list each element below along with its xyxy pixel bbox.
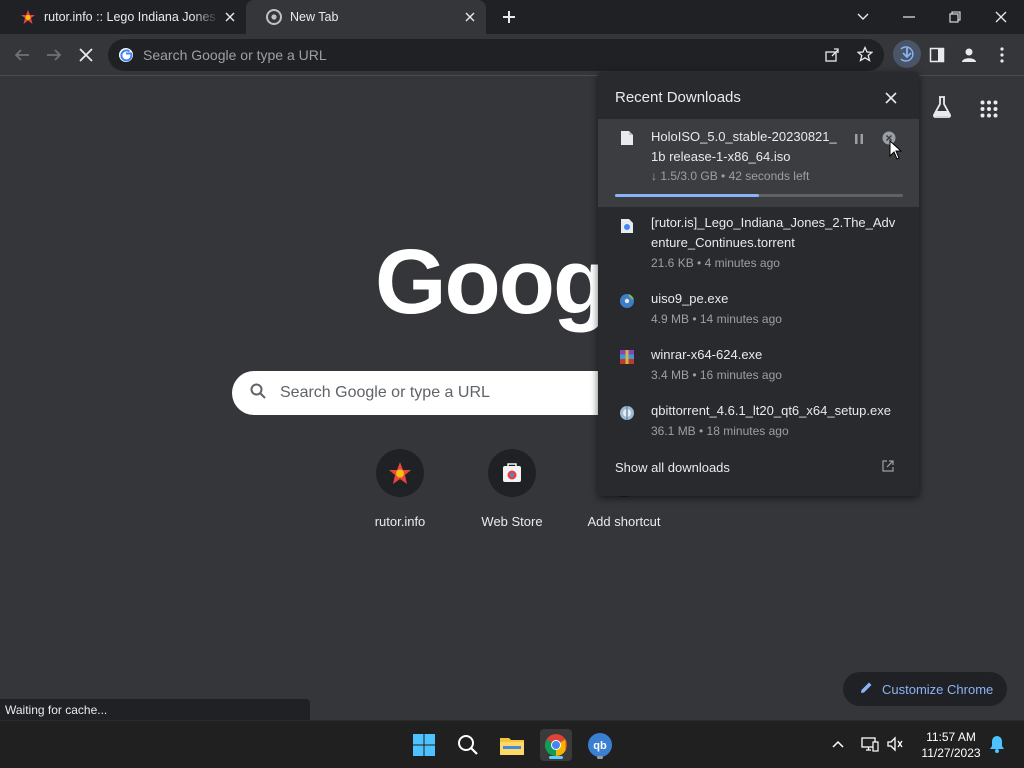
ultraiso-icon [618, 292, 636, 310]
windows-start-icon[interactable] [408, 729, 440, 761]
download-meta: 3.4 MB • 16 minutes ago [651, 368, 782, 382]
installer-icon [618, 404, 636, 422]
winrar-icon [618, 348, 636, 366]
tab-rutor[interactable]: rutor.info :: Lego Indiana Jones 2: The … [0, 0, 246, 34]
clock-date: 11/27/2023 [921, 746, 981, 760]
apps-grid-icon[interactable] [980, 100, 998, 123]
close-icon[interactable] [882, 89, 900, 107]
download-item-qbittorrent[interactable]: qbittorrent_4.6.1_lt20_qt6_x64_setup.exe… [598, 403, 919, 451]
volume-muted-icon[interactable] [884, 733, 906, 755]
downloads-icon[interactable] [893, 40, 921, 68]
download-meta: ↓ 1.5/3.0 GB • 42 seconds left [651, 169, 810, 183]
running-indicator [597, 756, 603, 759]
tab-close-icon[interactable] [462, 9, 478, 25]
downloads-bubble: Recent Downloads HoloISO_5.0_stable-2023… [598, 72, 919, 496]
chrome-icon [266, 9, 282, 25]
download-item-holoiso[interactable]: HoloISO_5.0_stable-20230821_1b release-1… [598, 119, 919, 207]
file-explorer-icon[interactable] [496, 729, 528, 761]
show-all-downloads-link[interactable]: Show all downloads [615, 460, 730, 475]
profile-icon[interactable] [957, 43, 981, 67]
clock-time: 11:57 AM [926, 730, 976, 744]
download-item-uiso[interactable]: uiso9_pe.exe 4.9 MB • 14 minutes ago [598, 291, 919, 339]
download-meta: 21.6 KB • 4 minutes ago [651, 256, 780, 270]
network-icon[interactable] [859, 733, 881, 755]
google-logo: Google [375, 231, 615, 333]
chrome-taskbar-icon[interactable] [540, 729, 572, 761]
ntp-search-placeholder: Search Google or type a URL [280, 384, 490, 401]
download-filename: qbittorrent_4.6.1_lt20_qt6_x64_setup.exe [651, 403, 891, 418]
address-bar[interactable]: Search Google or type a URL [108, 39, 884, 71]
notification-bell-icon[interactable] [986, 733, 1008, 755]
rutor-icon [376, 449, 424, 497]
new-tab-plus-icon[interactable] [498, 7, 520, 27]
share-icon[interactable] [824, 47, 840, 68]
google-g-icon [118, 47, 134, 63]
labs-flask-icon[interactable] [932, 96, 952, 123]
download-meta: 36.1 MB • 18 minutes ago [651, 424, 789, 438]
system-clock[interactable]: 11:57 AM 11/27/2023 [916, 729, 986, 761]
web-store-icon [488, 449, 536, 497]
shortcut-label: rutor.info [374, 514, 426, 529]
download-progress-fill [615, 194, 759, 197]
status-bubble: Waiting for cache... [0, 699, 310, 720]
download-filename: winrar-x64-624.exe [651, 347, 763, 362]
open-external-icon[interactable] [882, 459, 898, 475]
mouse-cursor-icon [889, 139, 903, 165]
download-meta: 4.9 MB • 14 minutes ago [651, 312, 782, 326]
close-window-icon[interactable] [978, 0, 1024, 34]
shortcut-rutor[interactable]: rutor.info [344, 449, 456, 529]
side-panel-icon[interactable] [925, 43, 949, 67]
windows-taskbar: qb 11:57 AM 11/27/2023 [0, 720, 1024, 768]
menu-kebab-icon[interactable] [990, 43, 1014, 67]
download-progress-bar [615, 194, 903, 197]
download-filename: [rutor.is]_Lego_Indiana_Jones_2.The_Adve… [651, 215, 896, 250]
downloads-title: Recent Downloads [615, 89, 741, 106]
download-filename: HoloISO_5.0_stable-20230821_1b release-1… [651, 129, 837, 164]
shortcut-web-store[interactable]: Web Store [456, 449, 568, 529]
pencil-icon [859, 681, 873, 698]
customize-chrome-button[interactable]: Customize Chrome [843, 672, 1007, 706]
shortcut-label: Web Store [481, 514, 543, 529]
tab-new-tab[interactable]: New Tab [246, 0, 486, 34]
shortcut-label: Add shortcut [587, 514, 661, 529]
back-arrow-icon[interactable] [10, 43, 34, 67]
running-indicator [549, 756, 563, 759]
search-icon [250, 383, 266, 404]
bookmark-star-icon[interactable] [856, 45, 874, 67]
rutor-favicon-icon [20, 9, 36, 25]
forward-arrow-icon[interactable] [42, 43, 66, 67]
torrent-file-icon [618, 217, 636, 235]
customize-chrome-label: Customize Chrome [882, 681, 994, 697]
tab-strip: rutor.info :: Lego Indiana Jones 2: The … [0, 0, 1024, 34]
show-hidden-icons-chevron-icon[interactable] [827, 733, 849, 755]
download-item-winrar[interactable]: winrar-x64-624.exe 3.4 MB • 16 minutes a… [598, 347, 919, 395]
download-filename: uiso9_pe.exe [651, 291, 729, 306]
download-item-torrent[interactable]: [rutor.is]_Lego_Indiana_Jones_2.The_Adve… [598, 215, 919, 271]
search-icon[interactable] [452, 729, 484, 761]
file-icon [618, 129, 636, 147]
tab-title: New Tab [290, 10, 339, 24]
restore-icon[interactable] [932, 0, 978, 34]
tab-search-chevron-icon[interactable] [840, 0, 886, 34]
tab-title: rutor.info :: Lego Indiana Jones 2: The … [44, 10, 219, 24]
svg-text:qb: qb [593, 740, 607, 752]
toolbar: Search Google or type a URL [0, 34, 1024, 76]
address-bar-placeholder: Search Google or type a URL [143, 47, 327, 63]
minimize-icon[interactable] [886, 0, 932, 34]
qbittorrent-icon[interactable]: qb [584, 729, 616, 761]
pause-icon[interactable] [853, 132, 865, 150]
tab-close-icon[interactable] [222, 9, 238, 25]
stop-loading-icon[interactable] [74, 43, 98, 67]
